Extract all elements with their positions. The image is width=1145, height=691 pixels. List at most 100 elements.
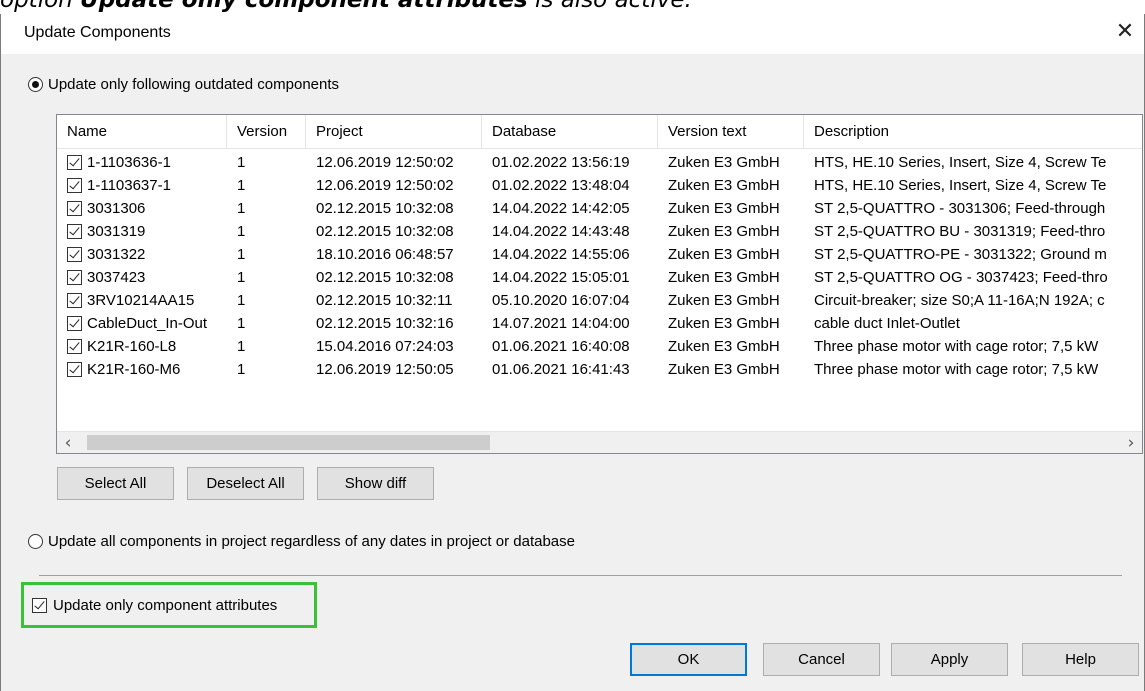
row-checkbox[interactable]	[67, 247, 82, 262]
cell-version: 1	[227, 335, 306, 358]
cell-version-text: Zuken E3 GmbH	[658, 358, 804, 381]
cell-version-text-text: Zuken E3 GmbH	[668, 315, 780, 332]
scrollbar-thumb[interactable]	[87, 435, 490, 450]
cell-database: 01.02.2022 13:56:19	[482, 151, 658, 174]
cell-database: 05.10.2020 16:07:04	[482, 289, 658, 312]
show-diff-button[interactable]: Show diff	[317, 467, 434, 500]
table-row[interactable]: 3031319 1 02.12.2015 10:32:08 14.04.2022 14…	[57, 220, 1142, 243]
table-row[interactable]: 3037423 1 02.12.2015 10:32:08 14.04.2022 15…	[57, 266, 1142, 289]
table-row[interactable]: CableDuct_In-Out 1 02.12.2015 10:32:16 14.0…	[57, 312, 1142, 335]
cell-database-text: 01.06.2021 16:40:08	[492, 338, 630, 355]
cell-version: 1	[227, 197, 306, 220]
cell-description: ST 2,5-QUATTRO-PE - 3031322; Ground m	[804, 243, 1142, 266]
cell-name: 3031322	[57, 243, 227, 266]
cell-version-text: 1	[237, 177, 246, 194]
deselect-all-button[interactable]: Deselect All	[187, 467, 304, 500]
section-divider	[39, 575, 1122, 576]
option-attributes-label: Update only component attributes	[53, 597, 278, 614]
close-icon[interactable]: ✕	[1106, 14, 1144, 52]
column-header-description[interactable]: Description	[804, 115, 1142, 149]
cell-version: 1	[227, 174, 306, 197]
listview-header: Name Version Project Database Version te…	[57, 115, 1142, 149]
row-checkbox[interactable]	[67, 316, 82, 331]
ok-button[interactable]: OK	[630, 643, 747, 676]
cell-description-text: Three phase motor with cage rotor; 7,5 k…	[814, 338, 1099, 355]
row-checkbox[interactable]	[67, 339, 82, 354]
table-row[interactable]: 1-1103636-1 1 12.06.2019 12:50:02 01.02.202…	[57, 151, 1142, 174]
components-listview[interactable]: Name Version Project Database Version te…	[56, 114, 1143, 454]
cell-project: 12.06.2019 12:50:02	[306, 151, 482, 174]
table-row[interactable]: 3031306 1 02.12.2015 10:32:08 14.04.2022 14…	[57, 197, 1142, 220]
select-all-button[interactable]: Select All	[57, 467, 174, 500]
cell-description-text: ST 2,5-QUATTRO - 3031306; Feed-through	[814, 200, 1106, 217]
caption-prefix: option	[0, 0, 81, 13]
cell-version-text: 1	[237, 361, 246, 378]
cell-project: 18.10.2016 06:48:57	[306, 243, 482, 266]
cell-name-text: K21R-160-M6	[87, 361, 181, 378]
option-outdated-only[interactable]: Update only following outdated component…	[28, 76, 339, 93]
row-checkbox[interactable]	[67, 178, 82, 193]
column-header-database[interactable]: Database	[482, 115, 658, 149]
dialog-title: Update Components	[24, 24, 171, 41]
cell-version-text: Zuken E3 GmbH	[658, 197, 804, 220]
row-checkbox[interactable]	[67, 224, 82, 239]
cell-project-text: 15.04.2016 07:24:03	[316, 338, 454, 355]
cell-version-text-text: Zuken E3 GmbH	[668, 269, 780, 286]
column-header-version[interactable]: Version	[227, 115, 306, 149]
cell-version-text: Zuken E3 GmbH	[658, 312, 804, 335]
caption-bold: Update only component attributes	[80, 0, 528, 13]
cell-database: 14.04.2022 14:43:48	[482, 220, 658, 243]
help-button[interactable]: Help	[1022, 643, 1139, 676]
checkbox-attributes-only[interactable]	[32, 598, 47, 613]
cell-database-text: 14.04.2022 15:05:01	[492, 269, 630, 286]
cell-name-text: 3031306	[87, 200, 146, 217]
horizontal-scrollbar[interactable]: ‹ ›	[57, 431, 1142, 453]
cell-version-text: 1	[237, 154, 246, 171]
option-attributes-only[interactable]: Update only component attributes	[32, 597, 277, 614]
cell-version-text-text: Zuken E3 GmbH	[668, 200, 780, 217]
cell-name-text: 3RV10214AA15	[87, 292, 195, 309]
row-checkbox[interactable]	[67, 155, 82, 170]
cell-name: 3RV10214AA15	[57, 289, 227, 312]
row-checkbox[interactable]	[67, 362, 82, 377]
cell-database-text: 14.04.2022 14:43:48	[492, 223, 630, 240]
radio-update-all[interactable]	[28, 534, 43, 549]
option-update-all[interactable]: Update all components in project regardl…	[28, 533, 575, 550]
cell-description: HTS, HE.10 Series, Insert, Size 4, Screw…	[804, 151, 1142, 174]
table-row[interactable]: K21R-160-L8 1 15.04.2016 07:24:03 01.06.202…	[57, 335, 1142, 358]
cell-database-text: 01.02.2022 13:48:04	[492, 177, 630, 194]
radio-outdated-only[interactable]	[28, 77, 43, 92]
cell-name-text: 3031319	[87, 223, 146, 240]
table-row[interactable]: K21R-160-M6 1 12.06.2019 12:50:05 01.06.202…	[57, 358, 1142, 381]
table-row[interactable]: 3RV10214AA15 1 02.12.2015 10:32:11 05.10.20…	[57, 289, 1142, 312]
cancel-button[interactable]: Cancel	[763, 643, 880, 676]
cell-version-text-text: Zuken E3 GmbH	[668, 338, 780, 355]
row-checkbox[interactable]	[67, 270, 82, 285]
cell-database: 01.06.2021 16:40:08	[482, 335, 658, 358]
dialog-titlebar: Update Components ✕	[1, 14, 1144, 54]
cell-version: 1	[227, 266, 306, 289]
cell-description-text: HTS, HE.10 Series, Insert, Size 4, Screw…	[814, 154, 1107, 171]
cell-version-text: Zuken E3 GmbH	[658, 151, 804, 174]
column-header-version-text[interactable]: Version text	[658, 115, 804, 149]
table-row[interactable]: 1-1103637-1 1 12.06.2019 12:50:02 01.02.202…	[57, 174, 1142, 197]
cell-version: 1	[227, 151, 306, 174]
column-header-name[interactable]: Name	[57, 115, 227, 149]
cell-version-text: Zuken E3 GmbH	[658, 289, 804, 312]
cell-version-text: Zuken E3 GmbH	[658, 335, 804, 358]
scroll-right-icon[interactable]: ›	[1120, 432, 1142, 453]
update-components-dialog: Update Components ✕ Update only followin…	[0, 14, 1145, 691]
scroll-left-icon[interactable]: ‹	[57, 432, 79, 453]
cell-version-text-text: Zuken E3 GmbH	[668, 223, 780, 240]
column-header-project[interactable]: Project	[306, 115, 482, 149]
row-checkbox[interactable]	[67, 201, 82, 216]
cell-description: Circuit-breaker; size S0;A 11-16A;N 192A…	[804, 289, 1142, 312]
cell-description-text: ST 2,5-QUATTRO BU - 3031319; Feed-thro	[814, 223, 1106, 240]
table-row[interactable]: 3031322 1 18.10.2016 06:48:57 14.04.2022 14…	[57, 243, 1142, 266]
cell-database-text: 14.04.2022 14:55:06	[492, 246, 630, 263]
cell-database: 01.02.2022 13:48:04	[482, 174, 658, 197]
cell-name: 1-1103637-1	[57, 174, 227, 197]
cell-name: K21R-160-M6	[57, 358, 227, 381]
apply-button[interactable]: Apply	[891, 643, 1008, 676]
row-checkbox[interactable]	[67, 293, 82, 308]
